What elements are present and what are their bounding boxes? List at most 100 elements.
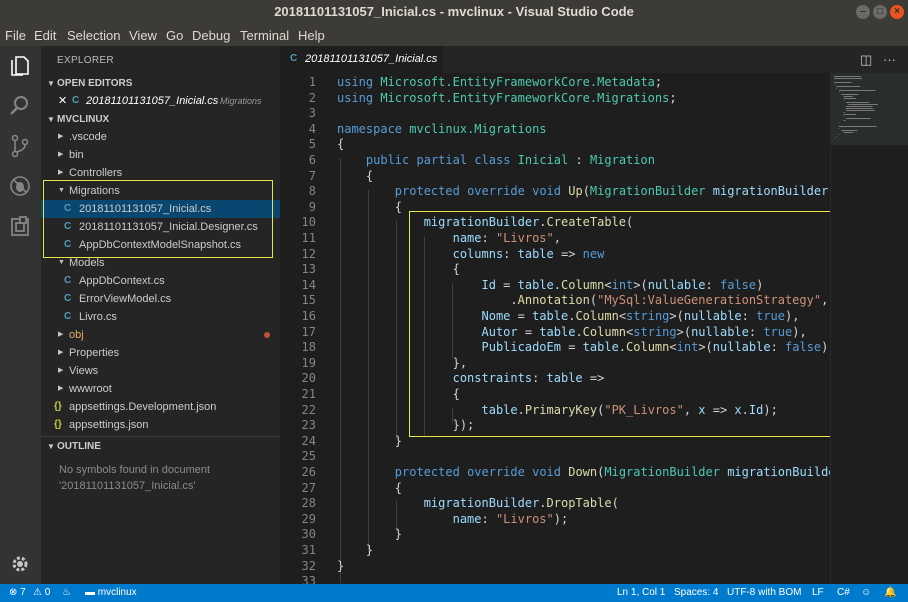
minimap-line xyxy=(846,108,873,109)
line-number: 18 xyxy=(301,340,316,355)
tab-inicial[interactable]: C 20181101131057_Inicial.cs xyxy=(280,46,443,73)
code-editor[interactable]: 1 using Microsoft.EntityFrameworkCore.Met… xyxy=(280,73,830,584)
line-number: 29 xyxy=(301,511,316,526)
menu-debug[interactable]: Debug xyxy=(192,28,230,43)
minimap-line xyxy=(838,90,876,91)
chevron-down-icon: ▼ xyxy=(47,79,55,88)
split-editor-icon[interactable]: ◫ xyxy=(860,52,872,68)
menu-file[interactable]: File xyxy=(5,28,26,43)
folder-status[interactable]: ▬ mvclinux xyxy=(85,587,137,598)
search-activity[interactable] xyxy=(0,86,41,126)
warnings-status[interactable]: ⚠ 0 xyxy=(33,587,50,598)
menu-edit[interactable]: Edit xyxy=(34,28,56,43)
project-section[interactable]: ▼ MVCLINUX xyxy=(41,110,280,130)
line-number: 16 xyxy=(301,309,316,323)
line-number: 11 xyxy=(301,231,316,245)
minimap-line xyxy=(838,92,840,93)
minimap-line xyxy=(843,100,845,101)
menu-selection[interactable]: Selection xyxy=(67,28,120,43)
settings-activity[interactable] xyxy=(0,544,41,584)
tree-item[interactable]: {} appsettings.json xyxy=(41,416,280,434)
cursor-position[interactable]: Ln 1, Col 1 xyxy=(617,587,665,598)
activity-bar xyxy=(0,46,41,584)
tree-item-label: Livro.cs xyxy=(79,311,117,323)
minimap-line xyxy=(841,94,859,95)
tree-item[interactable]: C AppDbContext.cs xyxy=(41,272,280,290)
language-status[interactable]: C# xyxy=(837,587,850,598)
line-number: 3 xyxy=(308,106,316,121)
tree-item-label: appsettings.Development.json xyxy=(69,401,217,413)
eol-status[interactable]: LF xyxy=(812,587,824,598)
smiley-icon[interactable]: ☺ xyxy=(861,587,871,598)
line-number: 9 xyxy=(308,199,316,214)
debug-icon xyxy=(10,176,30,196)
tree-item-label: Properties xyxy=(69,347,120,359)
migrations-highlight xyxy=(43,180,273,258)
tree-item[interactable]: ▶ Views xyxy=(41,362,280,380)
csharp-file-icon: C xyxy=(64,311,72,322)
code-line: { xyxy=(337,480,403,495)
tree-item-label: Views xyxy=(69,365,99,377)
open-editor-item[interactable]: ✕ C 20181101131057_Inicial.cs Migrations xyxy=(41,92,280,110)
csharp-file-icon: C xyxy=(64,275,72,286)
chevron-right-icon: ▶ xyxy=(58,331,64,338)
chevron-right-icon: ▶ xyxy=(58,367,64,374)
minimap-preview xyxy=(831,73,908,145)
line-number: 22 xyxy=(301,402,316,417)
minimap-line xyxy=(836,88,837,89)
sidebar-title: EXPLORER xyxy=(57,55,114,66)
extensions-activity[interactable] xyxy=(0,206,41,246)
line-number: 1 xyxy=(308,75,316,89)
close-icon[interactable]: ✕ xyxy=(58,92,67,110)
chevron-down-icon: ▼ xyxy=(47,442,55,451)
explorer-sidebar: EXPLORER ▼ OPEN EDITORS ✕ C 201811011310… xyxy=(41,46,280,584)
line-number: 10 xyxy=(301,215,316,230)
indentation-status[interactable]: Spaces: 4 xyxy=(674,587,718,598)
tree-item-label: .vscode xyxy=(69,131,107,143)
open-editors-section[interactable]: ▼ OPEN EDITORS xyxy=(41,74,280,94)
explorer-activity[interactable] xyxy=(0,46,41,86)
chevron-right-icon: ▶ xyxy=(58,133,64,140)
code-line: } xyxy=(337,543,374,557)
minimap[interactable] xyxy=(830,73,908,584)
outline-message: No symbols found in document xyxy=(59,464,211,476)
tree-item[interactable]: ▶ bin xyxy=(41,146,280,164)
source-control-icon xyxy=(11,134,29,158)
tree-item[interactable]: ▶ .vscode xyxy=(41,128,280,146)
code-line: name: "Livros"); xyxy=(452,511,569,526)
errors-status[interactable]: ⊗ 7 xyxy=(9,587,26,598)
source-control-activity[interactable] xyxy=(0,126,41,166)
tree-item-label: appsettings.json xyxy=(69,419,149,431)
menu-go[interactable]: Go xyxy=(166,28,183,43)
tree-item[interactable]: ▶ wwwroot xyxy=(41,380,280,398)
more-icon[interactable]: ··· xyxy=(883,52,896,67)
outline-section[interactable]: ▼ OUTLINE xyxy=(41,436,280,456)
code-line: using Microsoft.EntityFrameworkCore.Migr… xyxy=(337,90,677,105)
menu-view[interactable]: View xyxy=(129,28,157,43)
menu-terminal[interactable]: Terminal xyxy=(240,28,289,43)
menu-help[interactable]: Help xyxy=(298,28,325,43)
minimap-line xyxy=(846,102,870,103)
tree-item[interactable]: ▶ obj xyxy=(41,326,280,344)
line-number: 24 xyxy=(301,433,316,448)
chevron-right-icon: ▶ xyxy=(58,349,64,356)
minimap-line xyxy=(838,122,840,123)
tree-item[interactable]: C ErrorViewModel.cs xyxy=(41,290,280,308)
debug-activity[interactable] xyxy=(0,166,41,206)
code-line: migrationBuilder.DropTable( xyxy=(423,496,619,511)
minimap-line xyxy=(843,132,854,133)
tree-item[interactable]: {} appsettings.Development.json xyxy=(41,398,280,416)
bell-icon[interactable]: 🔔 xyxy=(884,587,896,598)
code-line: public partial class Inicial : Migration xyxy=(365,153,655,167)
tree-item[interactable]: ▶ Properties xyxy=(41,344,280,362)
flame-icon[interactable]: ♨ xyxy=(62,587,71,598)
json-file-icon: {} xyxy=(54,419,62,430)
chevron-right-icon: ▶ xyxy=(58,151,64,158)
json-file-icon: {} xyxy=(54,401,62,412)
line-number: 2 xyxy=(308,90,316,105)
encoding-status[interactable]: UTF-8 with BOM xyxy=(727,587,801,598)
tree-item[interactable]: C Livro.cs xyxy=(41,308,280,326)
create-table-highlight xyxy=(409,211,830,437)
editor-tab-bar: C 20181101131057_Inicial.cs ◫ ··· xyxy=(280,46,908,73)
minimap-line xyxy=(836,136,837,137)
